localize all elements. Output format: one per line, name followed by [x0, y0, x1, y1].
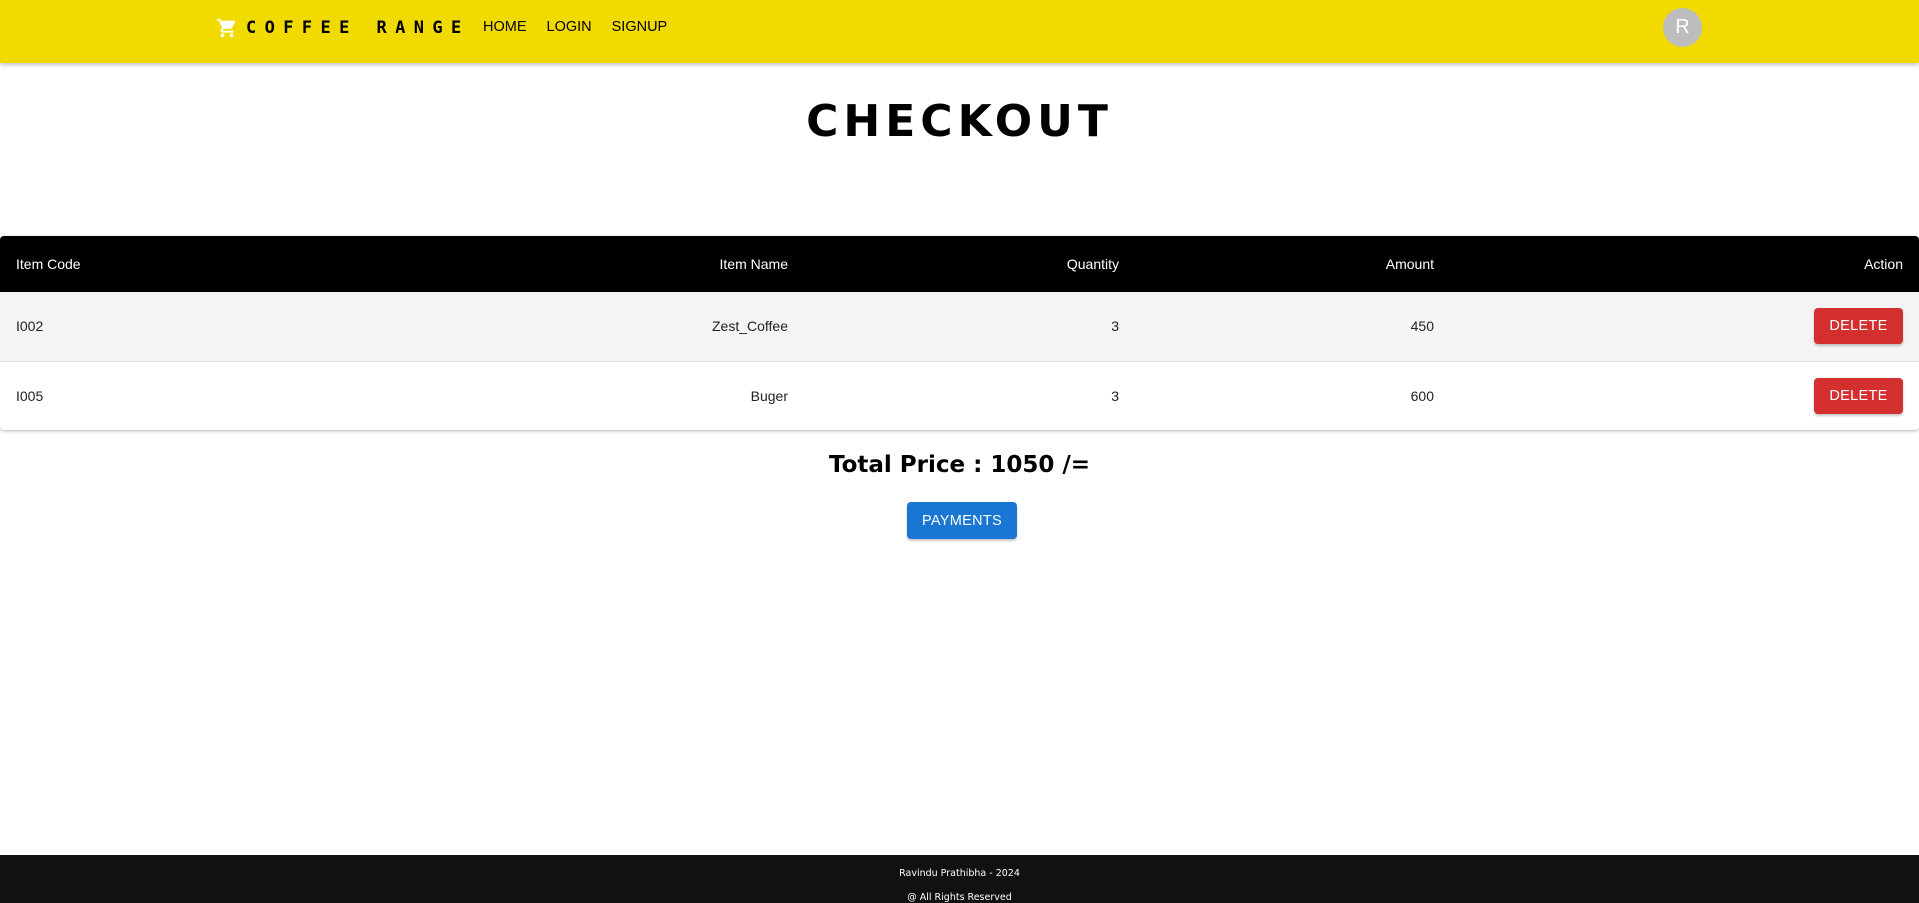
payments-button[interactable]: PAYMENTS	[907, 502, 1017, 539]
total-price: Total Price : 1050 /=	[828, 452, 1091, 478]
nav-home[interactable]: HOME	[483, 19, 527, 35]
table-row: I005 Buger 3 600 DELETE	[0, 361, 1919, 430]
cell-item-name: Buger	[750, 387, 788, 404]
cell-amount: 600	[1410, 387, 1434, 404]
nav-signup[interactable]: SIGNUP	[612, 19, 668, 35]
delete-button[interactable]: DELETE	[1814, 308, 1903, 345]
cell-item-code: I002	[0, 292, 460, 362]
table-row: I002 Zest_Coffee 3 450 DELETE	[0, 292, 1919, 362]
table-header-row: Item Code Item Name Quantity Amount Acti…	[0, 236, 1919, 292]
cell-quantity: 3	[1111, 387, 1119, 404]
footer-credit: Ravindu Prathibha - 2024	[899, 868, 1020, 879]
cell-amount: 450	[1135, 292, 1450, 362]
column-header-quantity: Quantity	[804, 236, 1135, 292]
nav-login[interactable]: LOGIN	[547, 19, 592, 35]
footer-copyright: @ All Rights Reserved	[907, 892, 1012, 903]
page-title: CHECKOUT	[806, 96, 1113, 147]
shopping-cart-icon	[216, 17, 238, 39]
top-app-bar: COFFEE RANGE HOME LOGIN SIGNUP R	[0, 0, 1919, 63]
payments-container: PAYMENTS	[907, 502, 1017, 539]
checkout-table: Item Code Item Name Quantity Amount Acti…	[0, 236, 1919, 430]
footer: Ravindu Prathibha - 2024 @ All Rights Re…	[0, 855, 1919, 903]
cell-action: DELETE	[1450, 361, 1919, 430]
user-avatar[interactable]: R	[1663, 8, 1702, 47]
column-header-action: Action	[1450, 236, 1919, 292]
brand[interactable]: COFFEE RANGE	[216, 16, 470, 40]
cell-quantity: 3	[804, 292, 1135, 362]
brand-name: COFFEE RANGE	[246, 18, 470, 38]
main-nav: HOME LOGIN SIGNUP	[483, 19, 687, 35]
cell-item-code: I005	[16, 387, 44, 404]
delete-button[interactable]: DELETE	[1814, 377, 1903, 414]
cell-action: DELETE	[1450, 292, 1919, 362]
column-header-item-name: Item Name	[460, 236, 804, 292]
column-header-item-code: Item Code	[0, 236, 460, 292]
cell-item-name: Zest_Coffee	[460, 292, 804, 362]
column-header-amount: Amount	[1135, 236, 1450, 292]
